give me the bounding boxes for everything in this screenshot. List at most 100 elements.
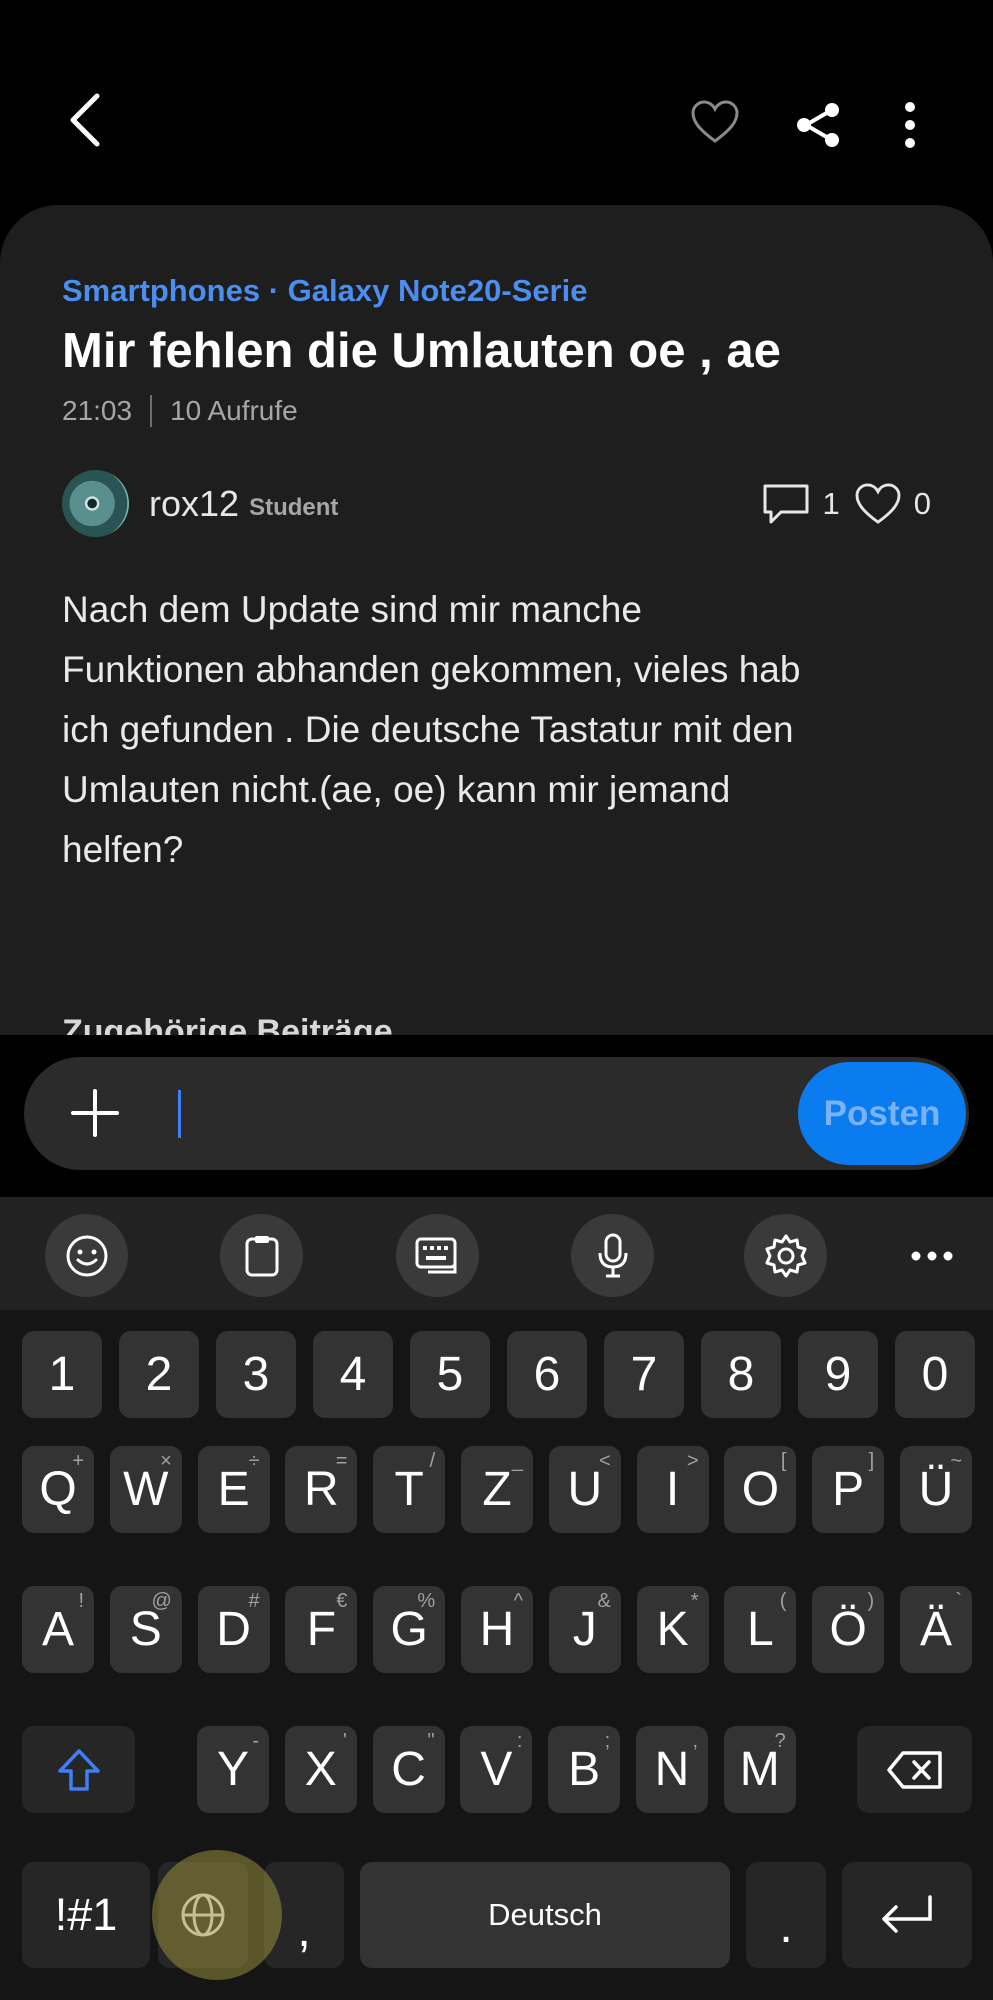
key-h[interactable]: H ^ xyxy=(461,1586,533,1673)
key-secondary-label: < xyxy=(599,1450,611,1472)
key-f[interactable]: F € xyxy=(285,1586,358,1673)
key-m[interactable]: M? xyxy=(723,1726,796,1813)
key-label: J xyxy=(572,1603,597,1656)
key-label: Z xyxy=(482,1463,512,1516)
comments-stat[interactable]: 1 xyxy=(761,482,840,526)
key-secondary-label: % xyxy=(417,1590,436,1612)
key-d[interactable]: D # xyxy=(197,1586,270,1673)
space-key[interactable]: Deutsch xyxy=(360,1862,730,1968)
related-posts-heading: Zugehörige Beiträge xyxy=(62,1013,393,1035)
reply-input-container[interactable]: Posten xyxy=(24,1057,969,1170)
share-icon xyxy=(796,102,839,147)
key-secondary-label: & xyxy=(597,1590,611,1612)
key-g[interactable]: G% xyxy=(373,1586,446,1673)
add-attachment-button[interactable] xyxy=(69,1087,121,1139)
post-button[interactable]: Posten xyxy=(798,1062,966,1165)
key-label: 7 xyxy=(630,1348,658,1401)
key-label: E xyxy=(217,1463,250,1516)
key-1[interactable]: 1 xyxy=(22,1331,102,1418)
key-ö[interactable]: Ö) xyxy=(812,1586,885,1673)
key-secondary-label: ) xyxy=(867,1590,875,1612)
key-ä[interactable]: Ä ` xyxy=(900,1586,972,1673)
key-label: L xyxy=(747,1603,774,1656)
author-name[interactable]: rox12 xyxy=(149,483,239,525)
comment-icon xyxy=(763,484,808,524)
key-l[interactable]: L( xyxy=(724,1586,797,1673)
key-9[interactable]: 9 xyxy=(798,1331,878,1418)
key-7[interactable]: 7 xyxy=(604,1331,684,1418)
key-e[interactable]: E ÷ xyxy=(197,1446,270,1533)
touch-highlight xyxy=(152,1850,282,1980)
settings-button[interactable] xyxy=(744,1214,827,1297)
heart-outline-icon xyxy=(855,483,901,524)
key-r[interactable]: R = xyxy=(285,1446,358,1533)
shift-key[interactable] xyxy=(22,1726,135,1813)
key-secondary-label: € xyxy=(336,1590,348,1612)
key-label: F xyxy=(306,1603,337,1656)
key-n[interactable]: N, xyxy=(636,1726,708,1813)
more-horizontal-icon xyxy=(911,1251,952,1260)
key-label: P xyxy=(832,1463,865,1516)
key-p[interactable]: P] xyxy=(812,1446,885,1533)
key-t[interactable]: T / xyxy=(373,1446,446,1533)
key-secondary-label: ~ xyxy=(950,1450,962,1472)
post-meta: 21:03 10 Aufrufe xyxy=(62,395,298,427)
key-label: Ä xyxy=(919,1603,952,1656)
avatar[interactable] xyxy=(62,470,129,537)
enter-key[interactable] xyxy=(842,1862,972,1968)
key-secondary-label: " xyxy=(427,1730,435,1752)
key-8[interactable]: 8 xyxy=(701,1331,781,1418)
favorite-button[interactable] xyxy=(685,92,745,152)
symbols-key[interactable]: !#1 xyxy=(22,1862,150,1968)
key-s[interactable]: S @ xyxy=(109,1586,182,1673)
key-a[interactable]: A! xyxy=(22,1586,94,1673)
chevron-left-icon xyxy=(70,93,100,147)
key-y[interactable]: Y- xyxy=(197,1726,269,1813)
key-x[interactable]: X ' xyxy=(284,1726,357,1813)
key-u[interactable]: U < xyxy=(548,1446,621,1533)
key-secondary-label: ; xyxy=(604,1730,611,1752)
key-o[interactable]: O[ xyxy=(724,1446,797,1533)
key-secondary-label: × xyxy=(160,1450,172,1472)
key-label: Ö xyxy=(829,1603,867,1656)
toolbar-more-button[interactable] xyxy=(890,1214,973,1297)
voice-input-button[interactable] xyxy=(571,1214,654,1297)
more-options-button[interactable] xyxy=(880,92,940,157)
period-key[interactable]: . xyxy=(746,1862,826,1968)
key-2[interactable]: 2 xyxy=(119,1331,199,1418)
key-c[interactable]: C " xyxy=(372,1726,445,1813)
key-z[interactable]: Z _ xyxy=(461,1446,533,1533)
key-v[interactable]: V: xyxy=(460,1726,533,1813)
key-j[interactable]: J & xyxy=(548,1586,621,1673)
keyboard-icon xyxy=(415,1237,456,1273)
breadcrumb[interactable]: Smartphones · Galaxy Note20-Serie xyxy=(62,273,587,309)
key-6[interactable]: 6 xyxy=(507,1331,587,1418)
author-row[interactable]: rox12 Student xyxy=(62,470,338,537)
backspace-key[interactable] xyxy=(857,1726,972,1813)
key-label: H xyxy=(479,1603,515,1656)
key-0[interactable]: 0 xyxy=(895,1331,975,1418)
key-w[interactable]: W × xyxy=(109,1446,182,1533)
key-b[interactable]: B; xyxy=(548,1726,621,1813)
key-i[interactable]: I > xyxy=(636,1446,709,1533)
key-4[interactable]: 4 xyxy=(313,1331,393,1418)
keyboard-mode-button[interactable] xyxy=(396,1214,479,1297)
key-3[interactable]: 3 xyxy=(216,1331,296,1418)
back-button[interactable] xyxy=(50,85,120,155)
keyboard: 1234567890 Q + W × E ÷ R = T / Z _ U < I > O[P] Ü ~ A! S @ D #… xyxy=(0,1197,993,2000)
key-q[interactable]: Q + xyxy=(22,1446,94,1533)
comments-count: 1 xyxy=(822,486,840,521)
key-label: T xyxy=(394,1463,424,1516)
key-label: Q xyxy=(39,1463,77,1516)
meta-divider xyxy=(150,395,153,427)
emoji-button[interactable] xyxy=(45,1214,128,1297)
plus-icon xyxy=(71,1089,119,1137)
clipboard-button[interactable] xyxy=(220,1214,303,1297)
likes-stat[interactable]: 0 xyxy=(854,483,931,525)
key-5[interactable]: 5 xyxy=(410,1331,490,1418)
key-secondary-label: ' xyxy=(342,1730,347,1752)
share-button[interactable] xyxy=(785,92,850,157)
key-ü[interactable]: Ü ~ xyxy=(900,1446,972,1533)
key-label: X xyxy=(304,1743,337,1796)
key-k[interactable]: K * xyxy=(636,1586,709,1673)
